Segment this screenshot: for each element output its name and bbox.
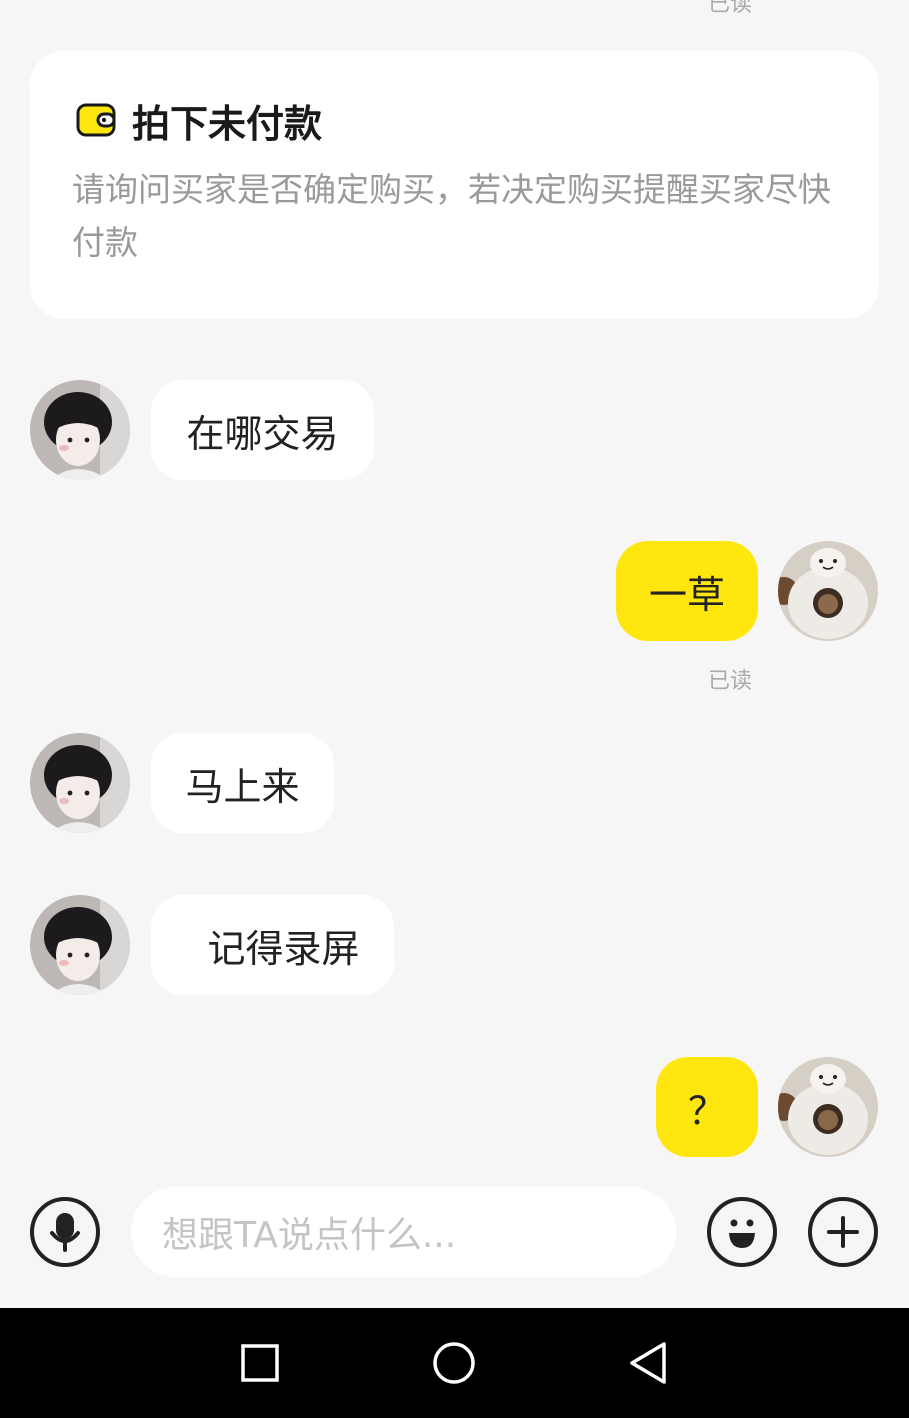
read-status-label: 已读 bbox=[708, 0, 753, 17]
buyer-avatar[interactable] bbox=[30, 733, 130, 833]
recents-square-icon[interactable] bbox=[240, 1343, 280, 1387]
wallet-icon bbox=[76, 103, 116, 137]
message-bubble-outgoing[interactable]: ？ bbox=[656, 1057, 758, 1157]
message-input[interactable]: 想跟TA说点什么... bbox=[131, 1187, 676, 1277]
message-bubble-incoming[interactable]: 记得录屏 bbox=[151, 895, 394, 995]
message-input-bar: 想跟TA说点什么... bbox=[0, 1180, 909, 1308]
buyer-avatar[interactable] bbox=[30, 380, 130, 480]
plus-icon bbox=[812, 1216, 874, 1267]
order-status-card[interactable]: 拍下未付款 请询问买家是否确定购买，若决定购买提醒买家尽快付款 bbox=[30, 51, 879, 319]
self-avatar[interactable] bbox=[778, 541, 878, 641]
read-status-label: 已读 bbox=[708, 669, 753, 694]
buyer-avatar[interactable] bbox=[30, 895, 130, 995]
input-placeholder: 想跟TA说点什么... bbox=[162, 1215, 457, 1256]
voice-button[interactable] bbox=[30, 1197, 100, 1267]
message-bubble-outgoing[interactable]: 一草 bbox=[616, 541, 758, 641]
system-navigation-bar bbox=[0, 1308, 909, 1418]
card-description: 请询问买家是否确定购买，若决定购买提醒买家尽快付款 bbox=[72, 170, 831, 262]
home-circle-icon[interactable] bbox=[432, 1341, 476, 1389]
self-avatar[interactable] bbox=[778, 1057, 878, 1157]
back-triangle-icon[interactable] bbox=[627, 1340, 669, 1390]
message-bubble-incoming[interactable]: 马上来 bbox=[151, 733, 334, 833]
smiley-icon bbox=[711, 1219, 773, 1267]
emoji-button[interactable] bbox=[707, 1197, 777, 1267]
microphone-icon bbox=[34, 1213, 96, 1267]
more-button[interactable] bbox=[808, 1197, 878, 1267]
card-title: 拍下未付款 bbox=[132, 102, 323, 146]
message-bubble-incoming[interactable]: 在哪交易 bbox=[151, 380, 374, 480]
